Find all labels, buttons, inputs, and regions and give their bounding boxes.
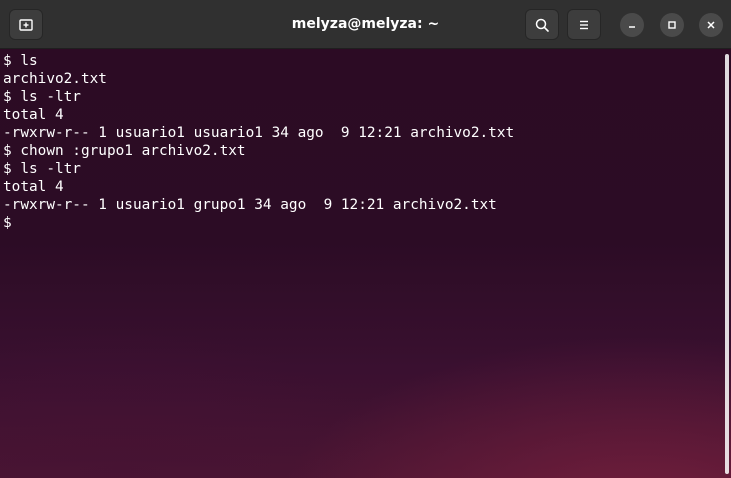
close-button[interactable] bbox=[699, 13, 723, 37]
terminal-line: $ ls bbox=[3, 53, 38, 69]
hamburger-menu-icon bbox=[580, 20, 588, 29]
new-tab-icon bbox=[19, 18, 33, 31]
search-icon bbox=[535, 18, 549, 32]
search-button[interactable] bbox=[525, 9, 559, 40]
minimize-button[interactable] bbox=[620, 13, 644, 37]
title-bar[interactable]: melyza@melyza: ~ bbox=[0, 0, 731, 49]
terminal-line: -rwxrw-r-- 1 usuario1 usuario1 34 ago 9 … bbox=[3, 125, 515, 141]
close-icon bbox=[707, 21, 715, 29]
menu-button[interactable] bbox=[567, 9, 601, 40]
terminal-line: -rwxrw-r-- 1 usuario1 grupo1 34 ago 9 12… bbox=[3, 197, 497, 213]
new-tab-button[interactable] bbox=[9, 9, 43, 40]
scrollbar[interactable] bbox=[725, 54, 729, 474]
terminal-output[interactable]: $ ls archivo2.txt $ ls -ltr total 4 -rwx… bbox=[0, 49, 731, 478]
terminal-line: $ ls -ltr bbox=[3, 161, 81, 177]
terminal-window: melyza@melyza: ~ $ ls archivo2.txt $ ls … bbox=[0, 0, 731, 478]
terminal-prompt-line[interactable]: $ bbox=[3, 214, 731, 232]
terminal-line: total 4 bbox=[3, 179, 64, 195]
terminal-line: archivo2.txt bbox=[3, 71, 107, 87]
minimize-icon bbox=[629, 26, 635, 28]
maximize-button[interactable] bbox=[660, 13, 684, 37]
terminal-line: $ ls -ltr bbox=[3, 89, 81, 105]
maximize-icon bbox=[668, 21, 676, 29]
terminal-line: $ chown :grupo1 archivo2.txt bbox=[3, 143, 246, 159]
terminal-line: total 4 bbox=[3, 107, 64, 123]
